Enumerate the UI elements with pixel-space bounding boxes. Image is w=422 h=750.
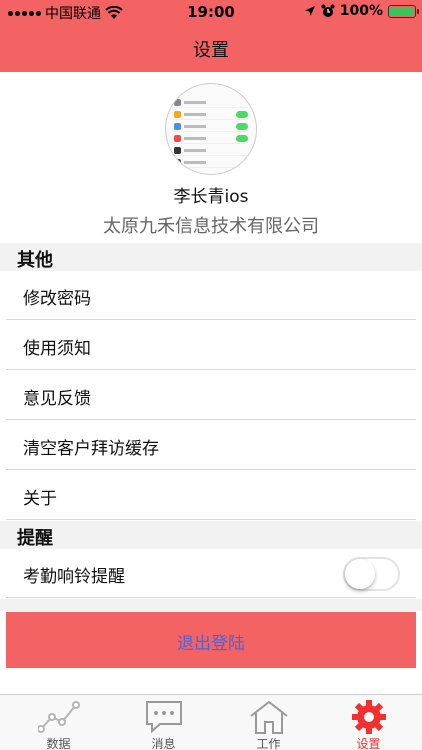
tab-label: 消息 [151,737,176,750]
item-label: 关于 [23,489,57,509]
navigation-bar: 设置 [0,24,422,72]
item-label: 考勤响铃提醒 [23,567,125,587]
section-title: 其他 [17,250,53,271]
attendance-ring-reminder-item: 考勤响铃提醒 [6,549,416,598]
tab-label: 设置 [356,737,381,750]
tab-label: 工作 [256,737,281,750]
tab-work[interactable]: 工作 [216,695,321,750]
tab-data[interactable]: 数据 [6,695,111,750]
section-header-reminder: 提醒 [0,521,422,549]
clear-visit-cache-item[interactable]: 清空客户拜访缓存 [6,421,416,470]
chat-bubble-icon [146,701,182,734]
battery-percent: 100% [339,3,383,19]
avatar[interactable] [165,83,257,175]
alarm-icon [321,4,335,17]
profile-card: 李长青ios 太原九禾信息技术有限公司 [0,72,422,242]
spacer [0,599,422,611]
toggle-knob [345,559,375,589]
change-password-item[interactable]: 修改密码 [6,271,416,320]
attendance-reminder-toggle[interactable] [343,557,400,591]
user-name: 李长青ios [173,187,249,207]
item-label: 修改密码 [23,289,91,309]
about-item[interactable]: 关于 [6,471,416,520]
section-title: 提醒 [17,528,53,549]
tab-label: 数据 [46,737,71,750]
page-title: 设置 [193,40,229,61]
tab-settings[interactable]: 设置 [316,695,421,750]
status-bar: 中国联通 19:00 100% [0,0,422,24]
logout-label: 退出登陆 [177,634,245,654]
item-label: 意见反馈 [23,389,91,409]
section-header-other: 其他 [0,243,422,271]
item-label: 使用须知 [23,339,91,359]
location-arrow-icon [304,6,315,16]
line-chart-icon [38,701,80,733]
tab-messages[interactable]: 消息 [111,695,216,750]
gear-icon [352,700,386,734]
item-label: 清空客户拜访缓存 [23,439,159,459]
battery-icon [388,4,419,18]
feedback-item[interactable]: 意见反馈 [6,371,416,420]
logout-button[interactable]: 退出登陆 [6,612,416,668]
tab-bar: 数据 消息 工作 设置 [0,694,422,750]
usage-notice-item[interactable]: 使用须知 [6,321,416,370]
home-icon [250,700,288,734]
company-name: 太原九禾信息技术有限公司 [103,216,319,237]
